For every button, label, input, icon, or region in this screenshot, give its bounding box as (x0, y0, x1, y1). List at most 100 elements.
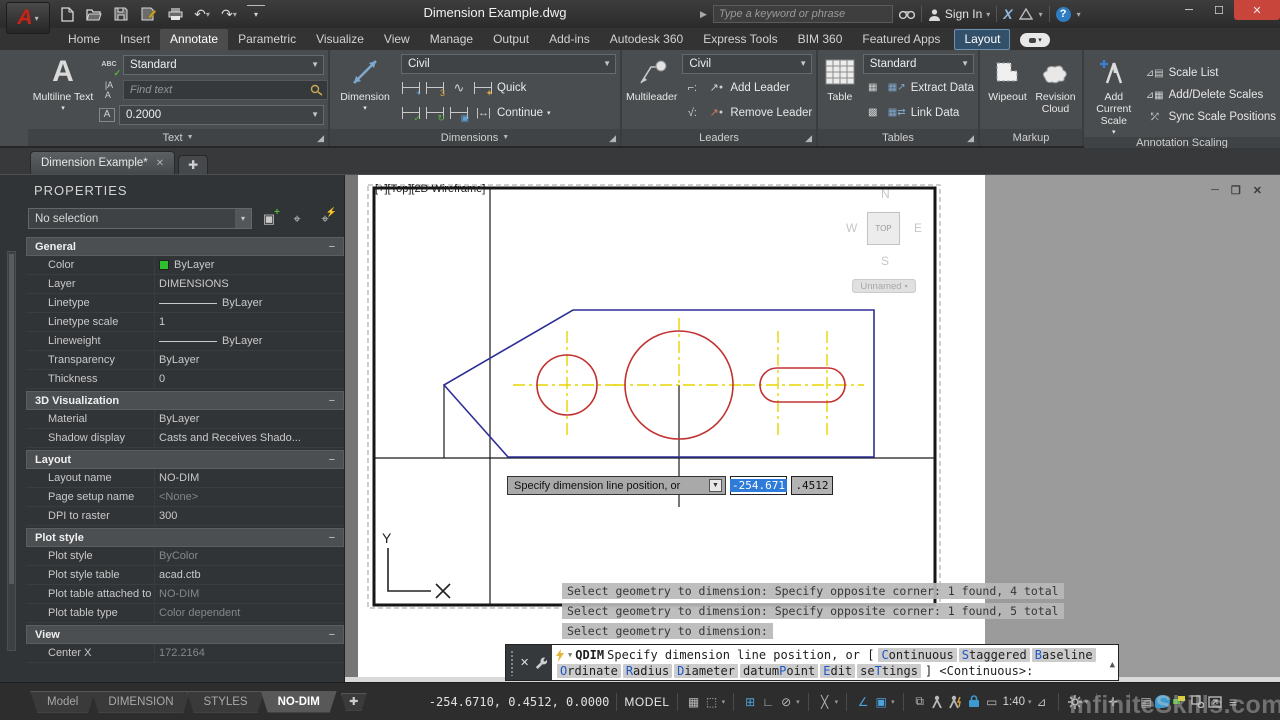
collapse-icon[interactable]: − (329, 241, 335, 253)
chevron-down-icon[interactable]: ▾ (547, 109, 551, 117)
collapse-icon[interactable]: − (329, 629, 335, 641)
toggle-pickadd-icon[interactable]: ▣+ (258, 209, 280, 229)
dim-break-icon[interactable]: ▣ (449, 104, 469, 122)
qat-customize-icon[interactable]: ▾ (247, 5, 265, 23)
add-current-scale-button[interactable]: Add Current Scale ▾ (1088, 53, 1140, 137)
ribbon-tab-bim-360[interactable]: BIM 360 (788, 29, 853, 50)
multiline-text-button[interactable]: A Multiline Text ▾ (32, 53, 94, 129)
property-value-thickness[interactable]: 0 (154, 370, 344, 388)
property-value-transparency[interactable]: ByLayer (154, 351, 344, 369)
properties-section-3d-visualization[interactable]: 3D Visualization− (26, 391, 344, 410)
scrollbar-thumb[interactable] (9, 254, 14, 584)
panel-footer-text[interactable]: Text ▼ ◢ (28, 129, 328, 146)
recent-commands-icon[interactable]: ▲ (1110, 657, 1115, 673)
tray-crosshair-icon[interactable]: ✛ (1104, 693, 1122, 711)
viewport-scale-button[interactable]: 1:40 (1003, 696, 1025, 708)
command-option-edit[interactable]: Edit (820, 664, 855, 678)
selection-cycling-icon[interactable]: ⧉ (911, 693, 929, 711)
dialog-launcher-icon[interactable]: ◢ (967, 133, 974, 144)
property-value-color[interactable]: ByLayer (154, 256, 344, 274)
redo-icon[interactable]: ↷▾ (220, 5, 238, 23)
ribbon-tab-home[interactable]: Home (58, 29, 110, 50)
viewcube-ucs-menu[interactable]: Unnamed ▾ (852, 279, 916, 293)
ribbon-tab-annotate[interactable]: Annotate (160, 29, 228, 50)
save-as-icon[interactable] (139, 5, 157, 23)
layout-tab-no-dim[interactable]: NO-DIM (261, 691, 337, 713)
dim-continue-icon[interactable]: |↔| (473, 104, 493, 122)
property-value-plot-style[interactable]: ByColor (154, 547, 344, 565)
centerlines[interactable] (513, 318, 864, 439)
ribbon-tab-output[interactable]: Output (483, 29, 539, 50)
extract-data-icon[interactable]: ▦↗ (887, 79, 907, 97)
new-layout-button[interactable]: ✚ (341, 693, 367, 711)
viewcube-south[interactable]: S (881, 254, 889, 268)
viewcube-top-face[interactable]: TOP (867, 212, 900, 245)
layout-tab-dimension[interactable]: DIMENSION (91, 691, 190, 713)
properties-section-layout[interactable]: Layout− (26, 450, 344, 469)
dynamic-input-y-field[interactable]: .4512 (791, 476, 833, 495)
text-style-dropdown[interactable]: Standard ▼ (123, 55, 324, 75)
scale-list-icon[interactable]: ⊿▤ (1145, 64, 1165, 82)
leader-collect-icon[interactable]: ⌐: (682, 79, 702, 97)
text-height-dropdown[interactable]: 0.2000 ▼ (119, 105, 324, 125)
selection-dropdown[interactable]: No selection ▾ (28, 208, 252, 229)
property-value-plot-table-attached-to[interactable]: NO-DIM (154, 585, 344, 603)
a360-icon[interactable] (1019, 8, 1033, 20)
save-icon[interactable] (112, 5, 130, 23)
communication-center-icon[interactable] (1155, 695, 1170, 708)
command-option-datumpoint[interactable]: datumPoint (740, 664, 818, 678)
quick-select-icon[interactable]: ⌖⚡ (314, 209, 336, 229)
add-leader-label[interactable]: Add Leader (730, 82, 789, 94)
doc-close-button[interactable]: ✕ (1253, 184, 1262, 197)
collapse-icon[interactable]: − (329, 395, 335, 407)
panel-footer-dimensions[interactable]: Dimensions ▼ ◢ (330, 129, 620, 146)
isometric-drafting-icon[interactable]: ╳ (816, 693, 834, 711)
chevron-down-icon[interactable]: ▾ (1077, 10, 1081, 19)
quick-dimension-label[interactable]: Quick (497, 82, 526, 94)
text-height-icon[interactable]: A (99, 108, 115, 122)
dimension-button[interactable]: Dimension ▾ (334, 53, 396, 129)
dim-update-icon[interactable]: ↻ (425, 104, 445, 122)
property-value-material[interactable]: ByLayer (154, 410, 344, 428)
snap-mode-icon[interactable]: ⬚ (703, 693, 721, 711)
find-text-search-icon[interactable] (310, 84, 324, 96)
table-data-icon[interactable]: ▩ (863, 104, 883, 122)
sync-scale-positions-icon[interactable]: ⤱ (1145, 108, 1165, 126)
command-bolt-icon[interactable] (556, 649, 565, 662)
sign-in-button[interactable]: Sign In ▾ (928, 7, 990, 21)
search-input[interactable] (713, 5, 893, 23)
ribbon-tab-visualize[interactable]: Visualize (306, 29, 374, 50)
undo-dropdown-icon[interactable]: ▾ (206, 10, 210, 19)
new-file-icon[interactable] (58, 5, 76, 23)
chevron-down-icon[interactable]: ▼ (568, 647, 572, 663)
drawing-area[interactable]: Y [+][Top][2D Wireframe] N W TOP E S Unn… (345, 175, 1280, 682)
search-collapse-icon[interactable]: ▶ (700, 9, 707, 20)
ribbon-tab-autodesk-360[interactable]: Autodesk 360 (600, 29, 693, 50)
panel-footer-leaders[interactable]: Leaders ◢ (622, 129, 816, 146)
open-file-icon[interactable] (85, 5, 103, 23)
command-option-ordinate[interactable]: Ordinate (557, 664, 621, 678)
property-value-page-setup-name[interactable]: <None> (154, 488, 344, 506)
command-option-settings[interactable]: seTtings (857, 664, 921, 678)
ribbon-tab-insert[interactable]: Insert (110, 29, 160, 50)
chevron-down-icon[interactable]: ▾ (796, 698, 800, 706)
new-file-tab-button[interactable]: ✚ (178, 155, 208, 174)
text-align-icon[interactable]: |AA (99, 81, 119, 99)
property-value-linetype-scale[interactable]: 1 (154, 313, 344, 331)
dynamic-input-x-field[interactable]: -254.671 (730, 476, 787, 495)
add-delete-scales-icon[interactable]: ⊿▦ (1145, 86, 1165, 104)
scale-list-label[interactable]: Scale List (1169, 67, 1219, 79)
command-option-radius[interactable]: Radius (623, 664, 672, 678)
ortho-mode-icon[interactable]: ∟ (759, 693, 777, 711)
property-value-lineweight[interactable]: ByLayer (154, 332, 344, 350)
collapse-icon[interactable]: − (329, 454, 335, 466)
palette-scrollbar[interactable] (7, 251, 16, 651)
dialog-launcher-icon[interactable]: ◢ (317, 133, 324, 144)
grid-display-icon[interactable]: ▦ (685, 693, 703, 711)
plot-icon[interactable] (166, 5, 184, 23)
dim-angular-icon[interactable]: 3 (425, 79, 445, 97)
dialog-launcher-icon[interactable]: ◢ (805, 133, 812, 144)
dim-jogged-icon[interactable]: ∿ (449, 79, 469, 97)
ribbon-tab-express-tools[interactable]: Express Tools (693, 29, 787, 50)
undo-icon[interactable]: ↶▾ (193, 5, 211, 23)
